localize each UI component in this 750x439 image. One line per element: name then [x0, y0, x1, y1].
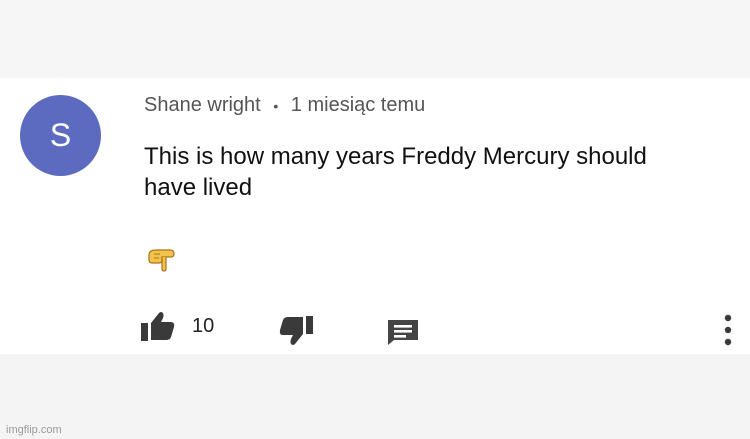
- more-vertical-icon[interactable]: [722, 312, 734, 348]
- bottom-background: [0, 354, 750, 439]
- comment-card: [0, 78, 750, 354]
- thumbs-up-icon[interactable]: [140, 311, 176, 341]
- comment-text: This is how many years Freddy Mercury sh…: [144, 143, 647, 201]
- thumbs-down-icon[interactable]: [278, 316, 314, 346]
- avatar[interactable]: S: [20, 95, 101, 176]
- comment-header: Shane wright • 1 miesiąc temu: [144, 92, 425, 119]
- avatar-letter: S: [49, 117, 72, 153]
- reply-comment-icon[interactable]: [386, 318, 420, 346]
- top-background: [0, 0, 750, 78]
- author-name[interactable]: Shane wright: [144, 94, 261, 116]
- separator-dot: •: [273, 97, 279, 114]
- comment-time[interactable]: 1 miesiąc temu: [291, 94, 426, 116]
- like-count: 10: [192, 315, 215, 337]
- pointing-down-hand-icon: [148, 249, 175, 272]
- watermark: imgflip.com: [6, 424, 62, 436]
